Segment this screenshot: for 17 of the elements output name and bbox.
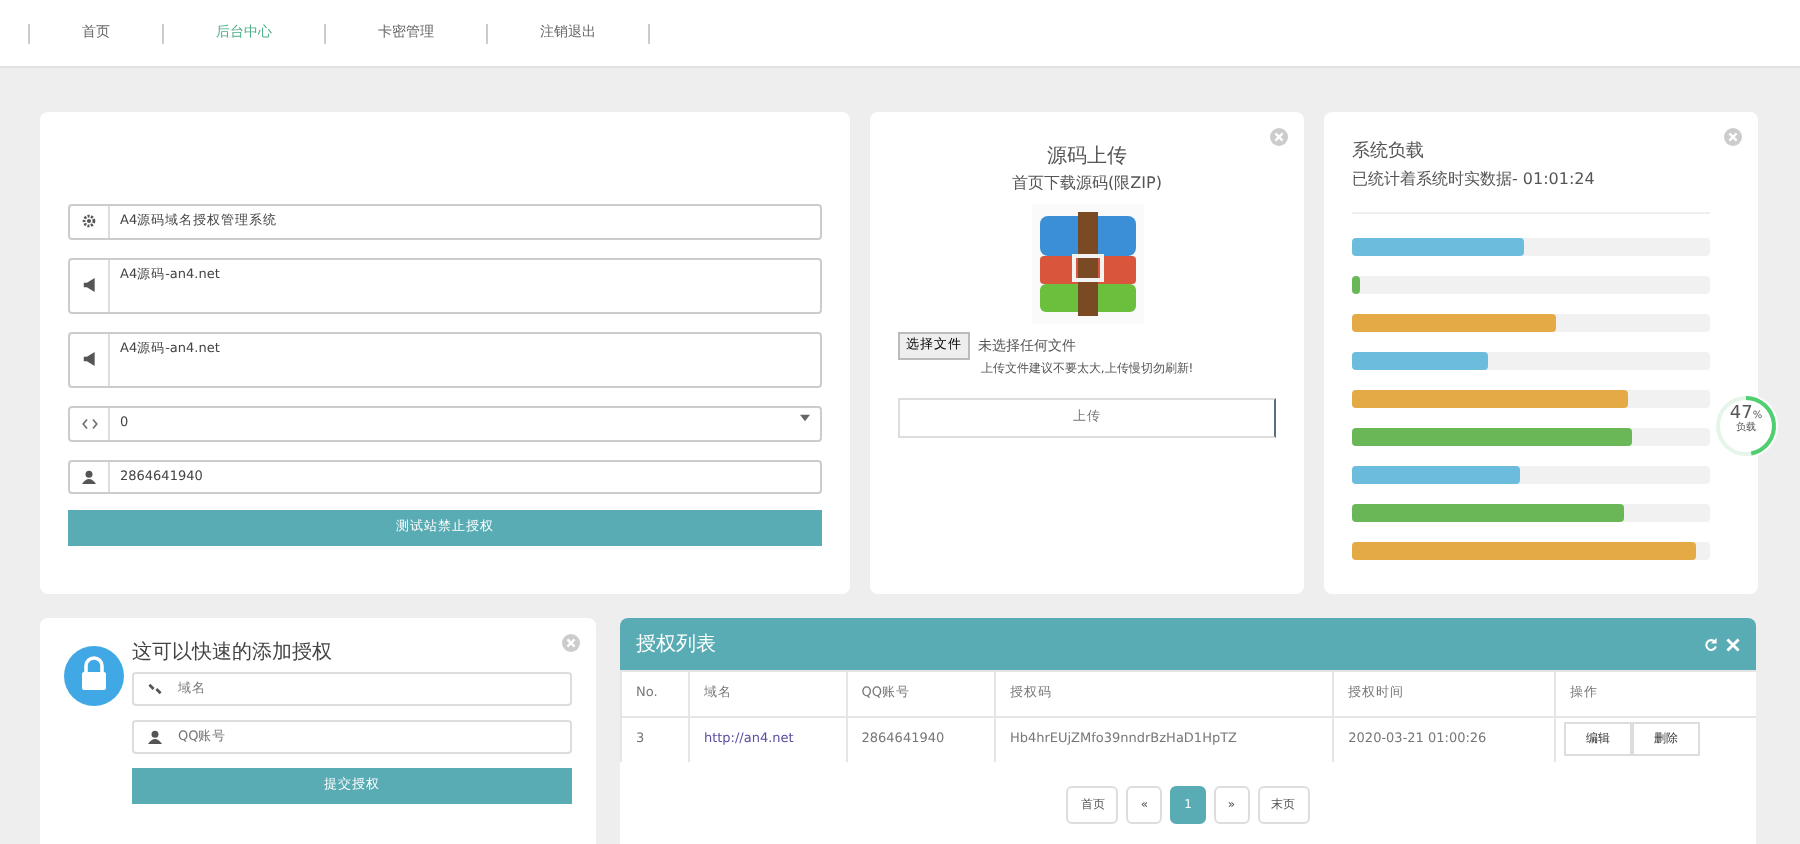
card-title: 源码上传 [1045, 143, 1129, 172]
panel-title: 授权列表 [636, 631, 716, 659]
megaphone-icon [81, 278, 97, 293]
megaphone-icon [81, 352, 97, 367]
card-subtitle: 已统计着系统时实数据- 01:01:24 [1352, 167, 1710, 213]
lock-icon [64, 646, 124, 706]
card-subtitle: 首页下载源码(限ZIP) [1010, 172, 1164, 196]
close-icon[interactable] [1270, 128, 1288, 146]
user-icon [147, 730, 161, 744]
close-icon[interactable] [1724, 128, 1742, 146]
close-icon[interactable] [562, 634, 580, 652]
card-title: 这可以快速的添加授权 [132, 639, 334, 668]
link-icon [147, 682, 161, 696]
gauge-value: 47 [1729, 404, 1753, 424]
refresh-icon[interactable] [1704, 637, 1718, 651]
card-title: 系统负载 [1352, 140, 1426, 166]
close-icon[interactable] [1726, 637, 1740, 651]
